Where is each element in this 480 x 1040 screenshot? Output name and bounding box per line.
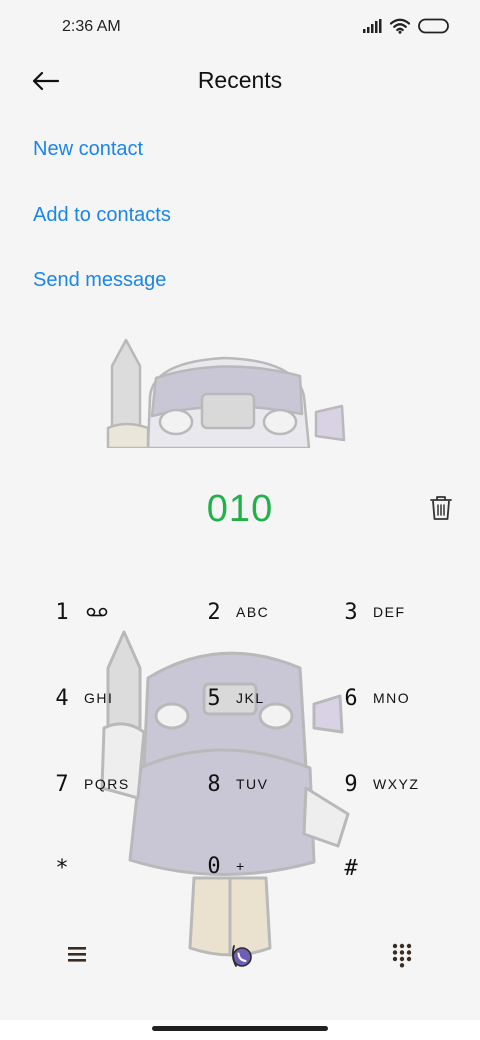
key-0-letters: + — [236, 858, 246, 874]
key-4-digit: 4 — [55, 685, 69, 711]
dialpad-icon — [392, 943, 412, 968]
call-button-icon — [231, 945, 252, 967]
status-icons — [362, 18, 450, 34]
key-8-letters: TUV — [236, 776, 269, 792]
key-9-letters: WXYZ — [373, 776, 420, 792]
header: Recents — [0, 56, 480, 108]
dialpad-button[interactable] — [390, 942, 416, 968]
key-5-digit: 5 — [207, 685, 221, 711]
key-4[interactable]: 4 GHI — [52, 678, 113, 718]
key-6[interactable]: 6 MNO — [341, 678, 410, 718]
key-7-letters: PQRS — [84, 776, 130, 792]
key-1[interactable]: 1 — [52, 592, 108, 632]
voicemail-icon — [86, 607, 108, 617]
battery-icon — [418, 18, 449, 34]
mascot-illustration-top — [106, 338, 346, 448]
key-hash[interactable]: # — [341, 848, 361, 888]
key-0[interactable]: 0 + — [204, 846, 246, 886]
new-contact-link[interactable]: New contact — [33, 138, 143, 161]
trash-icon — [430, 496, 452, 520]
key-5-letters: JKL — [236, 690, 265, 706]
key-6-letters: MNO — [373, 690, 411, 706]
status-time: 2:36 AM — [62, 18, 121, 35]
wifi-icon — [390, 18, 410, 34]
key-star[interactable]: * — [52, 848, 72, 888]
add-to-contacts-link[interactable]: Add to contacts — [33, 204, 171, 227]
key-5[interactable]: 5 JKL — [204, 678, 265, 718]
home-indicator[interactable] — [152, 1026, 328, 1031]
key-hash-digit: # — [344, 855, 358, 881]
key-star-digit: * — [55, 855, 69, 881]
key-9-digit: 9 — [344, 771, 358, 797]
send-message-link[interactable]: Send message — [33, 269, 166, 292]
menu-button[interactable] — [66, 944, 90, 968]
key-3-digit: 3 — [344, 599, 358, 625]
key-8-digit: 8 — [207, 771, 221, 797]
key-1-digit: 1 — [55, 599, 69, 625]
signal-icon — [363, 19, 382, 33]
key-0-digit: 0 — [207, 853, 221, 879]
key-2-digit: 2 — [207, 599, 221, 625]
key-2[interactable]: 2 ABC — [204, 592, 269, 632]
key-6-digit: 6 — [344, 685, 358, 711]
key-7-digit: 7 — [55, 771, 69, 797]
menu-icon — [68, 947, 86, 962]
key-3-letters: DEF — [373, 604, 406, 620]
delete-button[interactable] — [428, 494, 454, 522]
dialer-bottom-bar — [0, 930, 480, 982]
page-title: Recents — [197, 67, 283, 93]
dialed-number: 010 — [206, 488, 274, 530]
key-7[interactable]: 7 PQRS — [52, 764, 130, 804]
key-2-letters: ABC — [236, 604, 270, 620]
key-4-letters: GHI — [84, 690, 114, 706]
key-3[interactable]: 3 DEF — [341, 592, 406, 632]
key-9[interactable]: 9 WXYZ — [341, 764, 419, 804]
key-8[interactable]: 8 TUV — [204, 764, 269, 804]
status-bar: 2:36 AM — [0, 0, 480, 56]
call-button[interactable] — [226, 940, 258, 974]
